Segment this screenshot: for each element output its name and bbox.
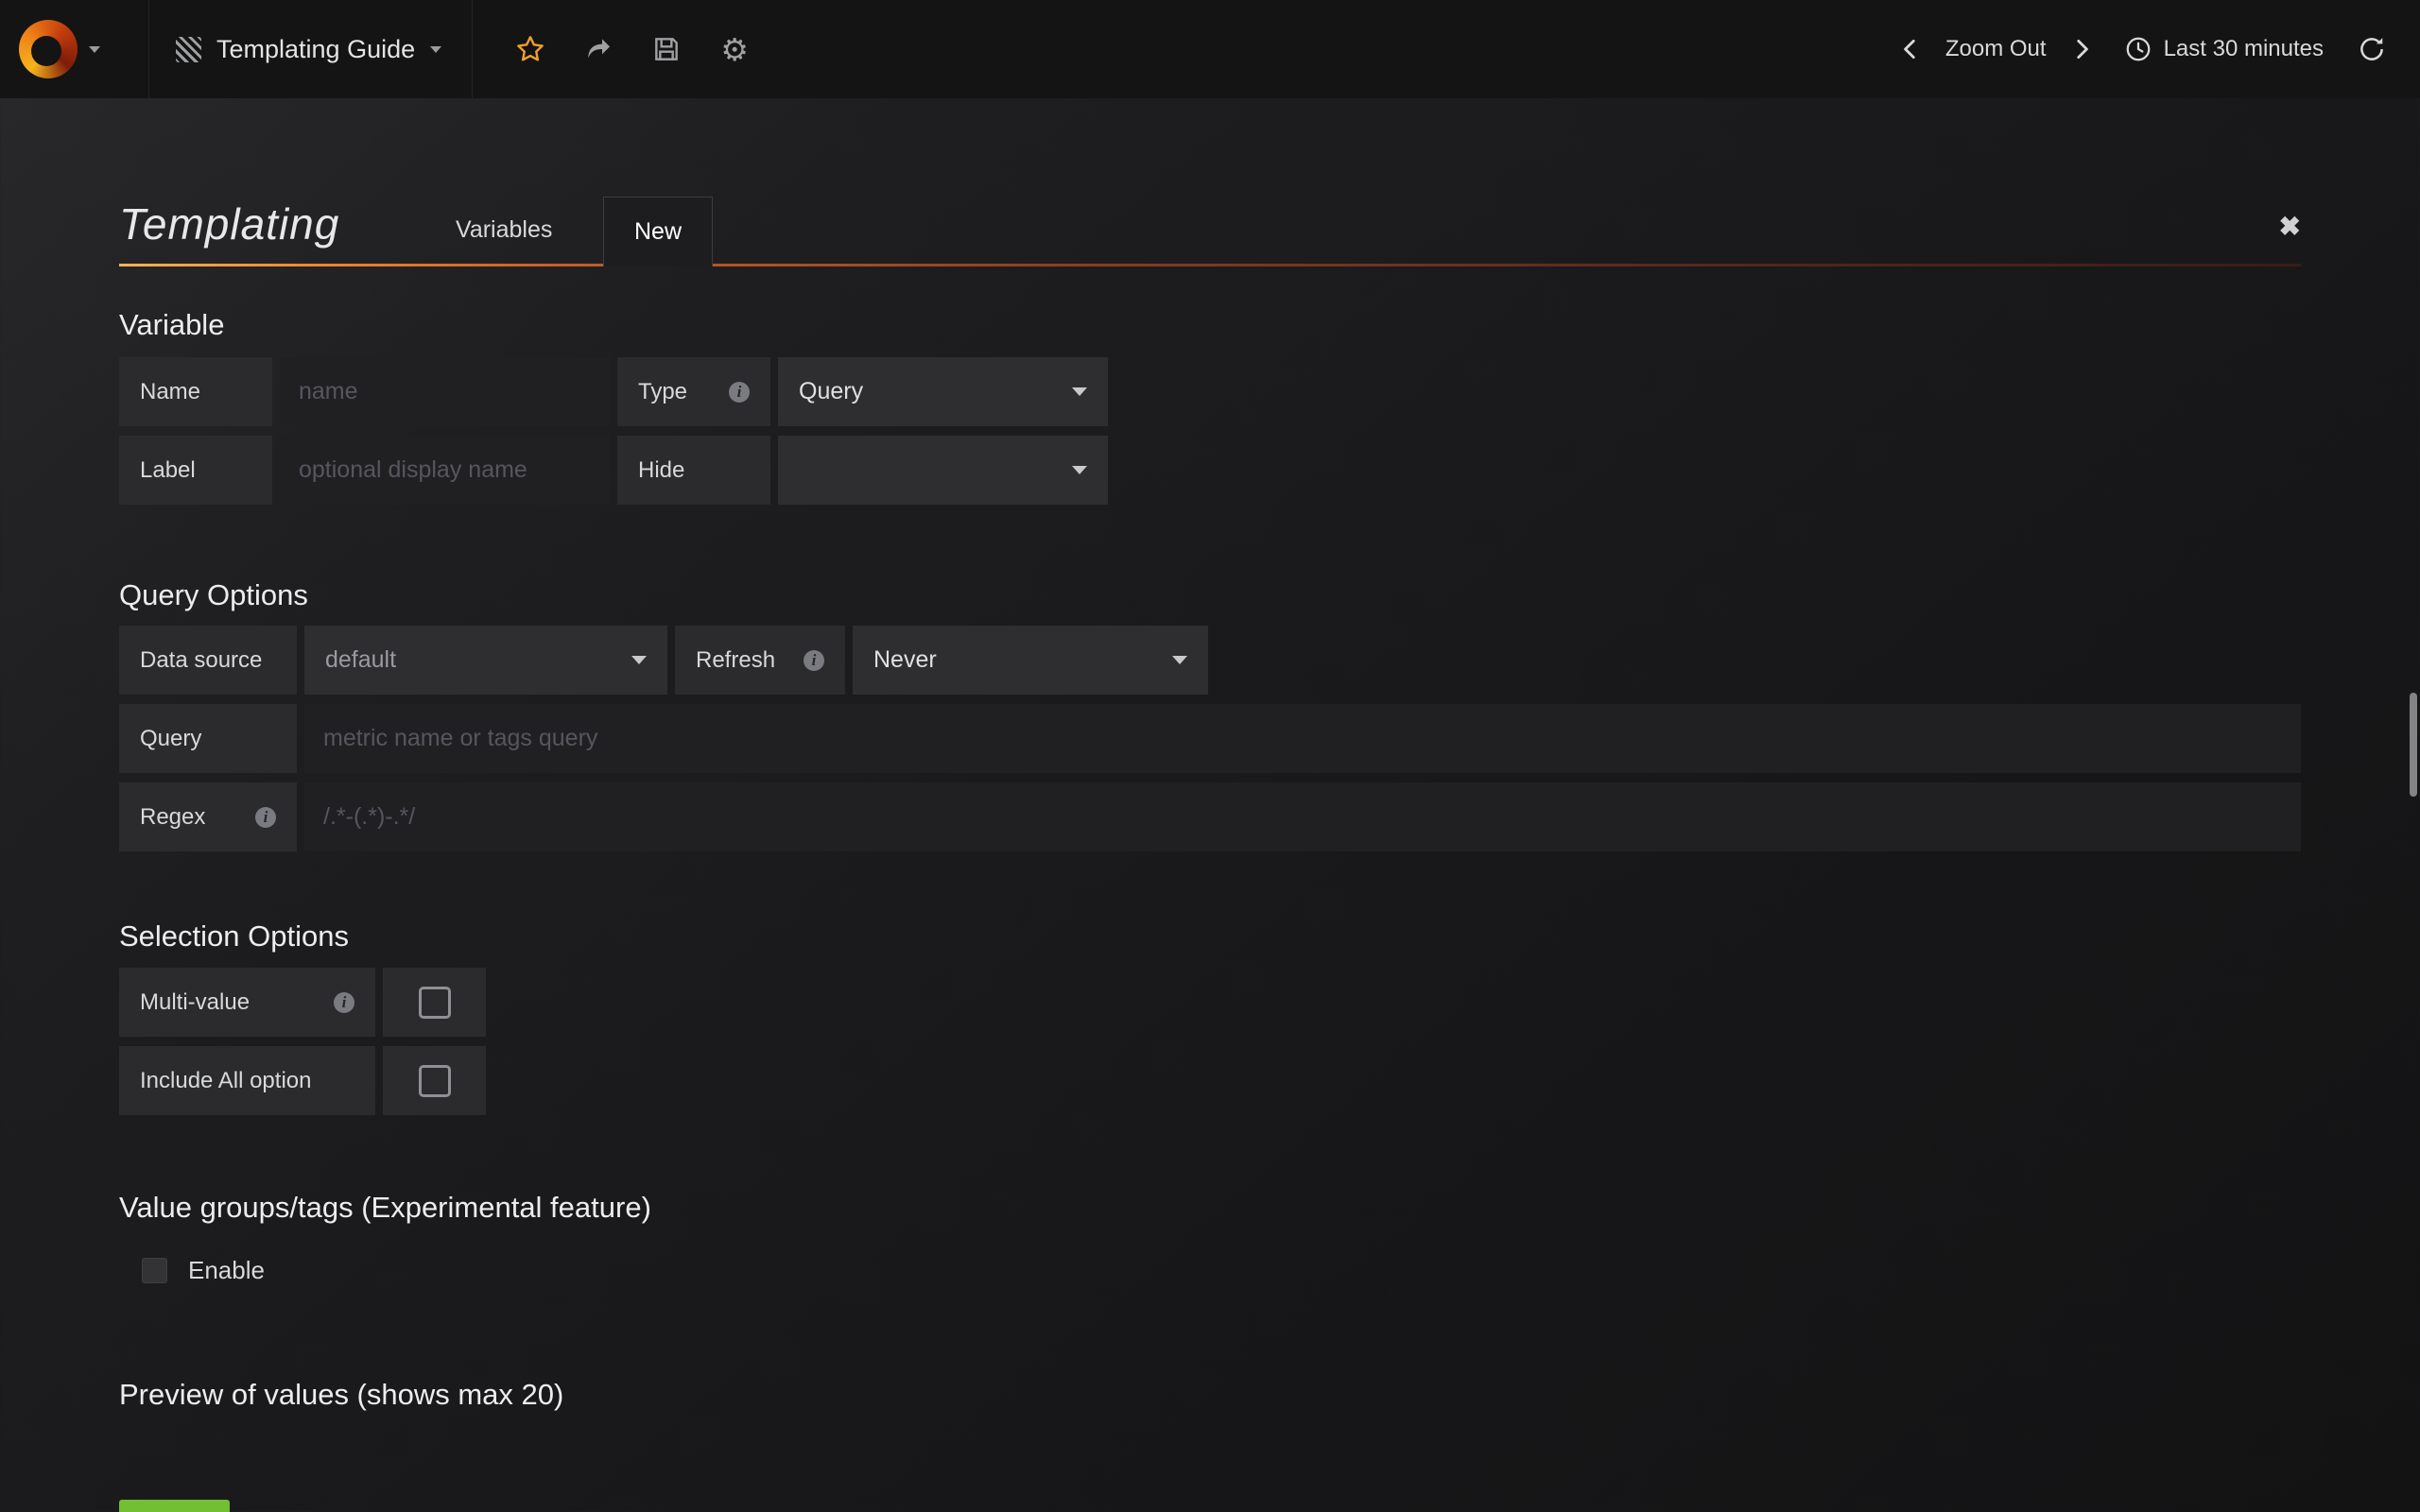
clock-icon: [2124, 35, 2152, 63]
gear-icon: ⚙: [720, 34, 749, 65]
regex-field-label: Regex i: [119, 782, 297, 851]
chevron-right-icon: [2069, 37, 2094, 61]
time-range-picker[interactable]: Last 30 minutes: [2124, 35, 2324, 63]
time-shift-forward-button[interactable]: [2062, 29, 2101, 69]
star-icon: [515, 34, 545, 64]
star-dashboard-button[interactable]: [510, 29, 550, 69]
org-menu-caret-icon: [89, 46, 100, 53]
time-controls: Zoom Out Last 30 minutes: [1891, 0, 2420, 98]
tab-new[interactable]: New: [603, 197, 713, 266]
add-variable-button[interactable]: Add: [119, 1500, 230, 1512]
datasource-select[interactable]: default: [304, 626, 667, 695]
type-field-label: Type i: [617, 357, 770, 426]
label-field-label: Label: [119, 436, 272, 505]
app-root: Templating Guide: [0, 0, 2420, 1512]
tab-variables[interactable]: Variables: [456, 216, 552, 244]
save-dashboard-button[interactable]: [647, 29, 686, 69]
multi-value-checkbox-box: [419, 987, 451, 1019]
hide-select-caret-icon: [1072, 466, 1087, 474]
multi-value-row: Multi-value i: [119, 968, 2301, 1037]
preview-heading: Preview of values (shows max 20): [119, 1378, 2301, 1412]
variable-name-row: Name Type i Query: [119, 357, 2301, 426]
header-accent-line: [119, 264, 2301, 266]
variable-label-row: Label Hide: [119, 436, 2301, 505]
save-icon: [651, 34, 682, 64]
name-input[interactable]: [280, 357, 610, 426]
type-field-label-text: Type: [638, 379, 687, 405]
include-all-row: Include All option: [119, 1046, 2301, 1115]
refresh-select-value: Never: [873, 646, 937, 674]
refresh-info-icon[interactable]: i: [804, 650, 824, 671]
enable-row: Enable: [142, 1256, 2301, 1285]
zoom-out-button[interactable]: Zoom Out: [1938, 36, 2054, 62]
include-all-checkbox-box: [419, 1065, 451, 1097]
type-select-value: Query: [799, 378, 863, 405]
page-title: Templating: [119, 198, 339, 249]
grafana-logo-hole: [31, 36, 61, 66]
multi-value-label-text: Multi-value: [140, 989, 250, 1016]
dashboard-actions: ⚙: [473, 0, 754, 98]
dashboard-title: Templating Guide: [216, 35, 415, 64]
editor-header: Templating Variables New ✖: [119, 178, 2301, 266]
enable-label: Enable: [188, 1256, 265, 1285]
datasource-select-value: default: [325, 646, 396, 674]
multi-value-checkbox[interactable]: [383, 968, 486, 1037]
regex-row: Regex i: [119, 782, 2301, 851]
hide-select[interactable]: [778, 436, 1108, 505]
datasource-field-label: Data source: [119, 626, 297, 695]
time-range-label: Last 30 minutes: [2164, 36, 2324, 62]
close-editor-button[interactable]: ✖: [2279, 214, 2301, 240]
scrollbar-thumb[interactable]: [2410, 693, 2417, 797]
refresh-select-caret-icon: [1172, 656, 1187, 664]
time-shift-back-button[interactable]: [1891, 29, 1930, 69]
value-groups-heading: Value groups/tags (Experimental feature): [119, 1191, 2301, 1225]
close-icon: ✖: [2279, 212, 2301, 241]
dashboard-icon: [176, 37, 201, 62]
chevron-left-icon: [1898, 37, 1923, 61]
dashboard-settings-button[interactable]: ⚙: [715, 29, 754, 69]
templating-editor: Templating Variables New ✖ Variable Name…: [0, 178, 2420, 1512]
refresh-icon: [2358, 35, 2386, 63]
regex-field-label-text: Regex: [140, 804, 205, 831]
enable-checkbox[interactable]: [142, 1258, 167, 1283]
refresh-select[interactable]: Never: [853, 626, 1208, 695]
dashboard-title-menu[interactable]: Templating Guide: [149, 0, 473, 98]
label-input[interactable]: [280, 436, 610, 505]
query-input[interactable]: [304, 704, 2301, 773]
datasource-select-caret-icon: [631, 656, 647, 664]
type-select[interactable]: Query: [778, 357, 1108, 426]
org-menu[interactable]: [0, 0, 149, 98]
name-field-label: Name: [119, 357, 272, 426]
refresh-field-label-text: Refresh: [696, 647, 775, 674]
type-select-caret-icon: [1072, 387, 1087, 396]
regex-info-icon[interactable]: i: [255, 807, 276, 828]
dashboard-caret-icon: [430, 46, 441, 53]
include-all-checkbox[interactable]: [383, 1046, 486, 1115]
refresh-field-label: Refresh i: [675, 626, 845, 695]
share-dashboard-button[interactable]: [579, 29, 618, 69]
multi-value-info-icon[interactable]: i: [334, 992, 354, 1013]
type-info-icon[interactable]: i: [729, 382, 750, 403]
selection-options-heading: Selection Options: [119, 919, 2301, 954]
hide-field-label: Hide: [617, 436, 770, 505]
query-field-label: Query: [119, 704, 297, 773]
datasource-row: Data source default Refresh i Never: [119, 626, 2301, 695]
variable-section-heading: Variable: [119, 308, 2301, 342]
multi-value-label: Multi-value i: [119, 968, 375, 1037]
regex-input[interactable]: [304, 782, 2301, 851]
refresh-button[interactable]: [2352, 29, 2392, 69]
query-options-heading: Query Options: [119, 578, 2301, 612]
top-navbar: Templating Guide: [0, 0, 2420, 98]
include-all-label: Include All option: [119, 1046, 375, 1115]
grafana-logo-icon: [19, 20, 78, 78]
share-icon: [583, 34, 614, 64]
query-row: Query: [119, 704, 2301, 773]
